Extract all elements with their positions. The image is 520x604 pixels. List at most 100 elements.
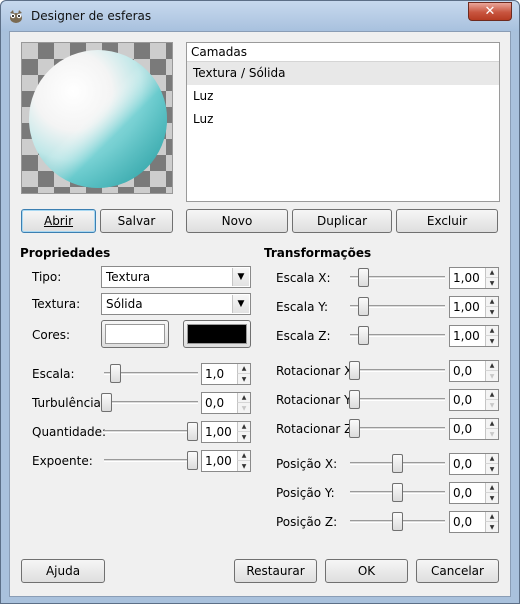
- scale-x-value: 1,00: [453, 271, 480, 285]
- scale-z-spinbox[interactable]: 1,00 ▲ ▼: [449, 325, 499, 347]
- color2-button[interactable]: [183, 320, 251, 348]
- position-y-value: 0,0: [453, 486, 473, 500]
- scale-z-value: 1,00: [453, 329, 480, 343]
- position-y-spinbox[interactable]: 0,0 ▲ ▼: [449, 482, 499, 504]
- rotate-y-slider-thumb[interactable]: [349, 390, 360, 409]
- turbulence-value: 0,0: [205, 396, 225, 410]
- spin-down-icon[interactable]: ▼: [485, 522, 498, 532]
- spin-down-icon[interactable]: ▼: [485, 400, 498, 410]
- rotate-y-spinbox[interactable]: 0,0 ▲ ▼: [449, 389, 499, 411]
- cancel-button[interactable]: Cancelar: [416, 559, 499, 583]
- texture-value: Sólida: [106, 297, 143, 311]
- color1-swatch: [105, 324, 165, 344]
- delete-layer-button[interactable]: Excluir: [396, 209, 498, 233]
- position-y-slider-thumb[interactable]: [392, 483, 403, 502]
- rotate-x-slider-thumb[interactable]: [349, 361, 360, 380]
- chevron-down-icon[interactable]: ▼: [232, 268, 249, 286]
- spin-down-icon[interactable]: ▼: [485, 307, 498, 317]
- exponent-value: 1,00: [205, 454, 232, 468]
- duplicate-layer-button[interactable]: Duplicar: [292, 209, 392, 233]
- spin-down-icon[interactable]: ▼: [237, 374, 250, 384]
- type-label: Tipo:: [32, 270, 62, 284]
- spin-down-icon[interactable]: ▼: [485, 429, 498, 439]
- type-value: Textura: [106, 270, 151, 284]
- new-layer-button[interactable]: Novo: [186, 209, 288, 233]
- position-z-label: Posição Z:: [276, 515, 338, 529]
- position-x-spinbox[interactable]: 0,0 ▲ ▼: [449, 453, 499, 475]
- title-bar[interactable]: Designer de esferas ✕: [1, 1, 519, 31]
- exponent-slider-thumb[interactable]: [187, 451, 198, 470]
- position-z-slider-thumb[interactable]: [392, 512, 403, 531]
- properties-title: Propriedades: [20, 246, 111, 260]
- spin-up-icon[interactable]: ▲: [485, 326, 498, 336]
- scale-x-spinbox[interactable]: 1,00 ▲ ▼: [449, 267, 499, 289]
- save-button[interactable]: Salvar: [100, 209, 173, 233]
- spin-up-icon[interactable]: ▲: [237, 393, 250, 403]
- spin-up-icon[interactable]: ▲: [485, 361, 498, 371]
- close-button[interactable]: ✕: [468, 2, 512, 21]
- layer-item[interactable]: Luz: [187, 108, 499, 131]
- position-z-value: 0,0: [453, 515, 473, 529]
- spin-down-icon[interactable]: ▼: [237, 432, 250, 442]
- rotate-z-slider-track[interactable]: [352, 427, 445, 430]
- spin-up-icon[interactable]: ▲: [237, 364, 250, 374]
- spin-up-icon[interactable]: ▲: [485, 512, 498, 522]
- spin-up-icon[interactable]: ▲: [485, 268, 498, 278]
- spin-up-icon[interactable]: ▲: [485, 483, 498, 493]
- amount-slider-track[interactable]: [104, 430, 198, 433]
- layers-header: Camadas: [187, 43, 499, 62]
- scale-y-value: 1,00: [453, 300, 480, 314]
- scale-x-slider-thumb[interactable]: [358, 268, 369, 287]
- spin-up-icon[interactable]: ▲: [237, 451, 250, 461]
- color2-swatch: [187, 324, 247, 344]
- scale-z-slider-thumb[interactable]: [358, 326, 369, 345]
- spin-down-icon[interactable]: ▼: [237, 461, 250, 471]
- ok-button[interactable]: OK: [325, 559, 408, 583]
- sphere-preview: [21, 42, 173, 194]
- spin-up-icon[interactable]: ▲: [485, 419, 498, 429]
- amount-slider-thumb[interactable]: [187, 422, 198, 441]
- spin-down-icon[interactable]: ▼: [485, 371, 498, 381]
- spin-down-icon[interactable]: ▼: [237, 403, 250, 413]
- layers-list[interactable]: Camadas Textura / Sólida Luz Luz: [186, 42, 500, 202]
- layer-item[interactable]: Textura / Sólida: [187, 62, 499, 85]
- exponent-spinbox[interactable]: 1,00 ▲ ▼: [201, 450, 251, 472]
- position-x-label: Posição X:: [276, 457, 338, 471]
- colors-label: Cores:: [32, 328, 71, 342]
- scale-y-spinbox[interactable]: 1,00 ▲ ▼: [449, 296, 499, 318]
- spin-down-icon[interactable]: ▼: [485, 464, 498, 474]
- spin-down-icon[interactable]: ▼: [485, 336, 498, 346]
- texture-combo[interactable]: Sólida ▼: [101, 293, 251, 315]
- help-button[interactable]: Ajuda: [21, 559, 105, 583]
- spin-up-icon[interactable]: ▲: [237, 422, 250, 432]
- spin-down-icon[interactable]: ▼: [485, 278, 498, 288]
- scale-spinbox[interactable]: 1,0 ▲ ▼: [201, 363, 251, 385]
- scale-label: Escala:: [32, 367, 75, 381]
- rotate-y-slider-track[interactable]: [352, 398, 445, 401]
- scale-y-slider-thumb[interactable]: [358, 297, 369, 316]
- rotate-x-spinbox[interactable]: 0,0 ▲ ▼: [449, 360, 499, 382]
- amount-spinbox[interactable]: 1,00 ▲ ▼: [201, 421, 251, 443]
- spin-up-icon[interactable]: ▲: [485, 454, 498, 464]
- open-button[interactable]: Abrir: [21, 209, 96, 233]
- position-y-label: Posição Y:: [276, 486, 335, 500]
- position-x-slider-thumb[interactable]: [392, 454, 403, 473]
- chevron-down-icon[interactable]: ▼: [232, 295, 249, 313]
- rotate-x-slider-track[interactable]: [352, 369, 445, 372]
- turbulence-slider-thumb[interactable]: [101, 393, 112, 412]
- rotate-z-spinbox[interactable]: 0,0 ▲ ▼: [449, 418, 499, 440]
- type-combo[interactable]: Textura ▼: [101, 266, 251, 288]
- layer-item[interactable]: Luz: [187, 85, 499, 108]
- turbulence-slider-track[interactable]: [104, 401, 198, 404]
- turbulence-spinbox[interactable]: 0,0 ▲ ▼: [201, 392, 251, 414]
- reset-button[interactable]: Restaurar: [234, 559, 317, 583]
- rotate-z-slider-thumb[interactable]: [349, 419, 360, 438]
- position-z-spinbox[interactable]: 0,0 ▲ ▼: [449, 511, 499, 533]
- exponent-slider-track[interactable]: [104, 459, 198, 462]
- spin-up-icon[interactable]: ▲: [485, 297, 498, 307]
- spin-down-icon[interactable]: ▼: [485, 493, 498, 503]
- scale-slider-thumb[interactable]: [110, 364, 121, 383]
- amount-value: 1,00: [205, 425, 232, 439]
- color1-button[interactable]: [101, 320, 169, 348]
- spin-up-icon[interactable]: ▲: [485, 390, 498, 400]
